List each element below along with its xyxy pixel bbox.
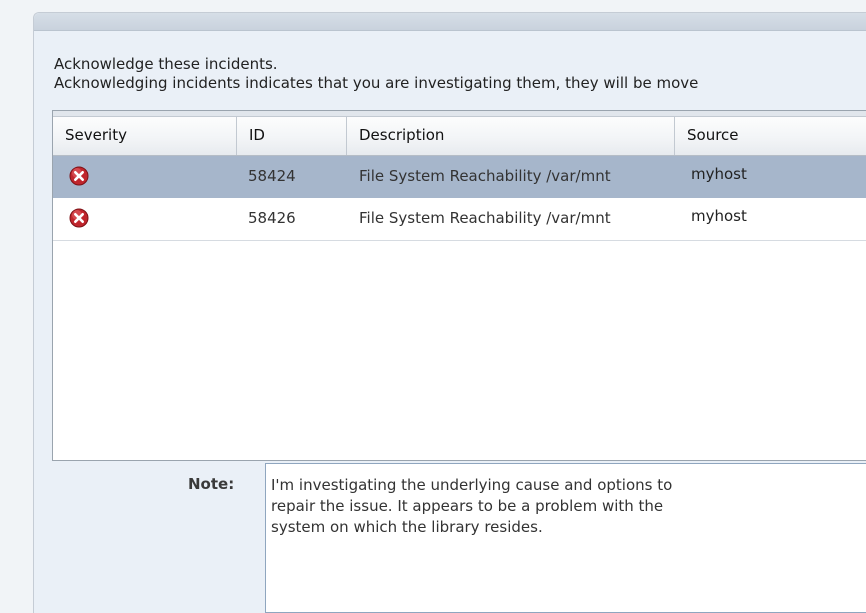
incident-id: 58424 <box>248 167 296 185</box>
incident-source: myhost <box>691 165 747 183</box>
table-header: Severity ID Description Source <box>53 111 866 156</box>
instruction-detail-text: Acknowledging incidents indicates that y… <box>54 74 699 92</box>
incident-description: File System Reachability /var/mnt <box>359 167 611 185</box>
column-header-source[interactable]: Source <box>675 116 866 155</box>
incidents-table: Severity ID Description Source 58424 Fil… <box>52 110 866 461</box>
incident-id: 58426 <box>248 209 296 227</box>
column-header-id[interactable]: ID <box>237 116 347 155</box>
note-label: Note: <box>188 475 235 493</box>
column-header-description[interactable]: Description <box>347 116 675 155</box>
incident-description: File System Reachability /var/mnt <box>359 209 611 227</box>
incident-source: myhost <box>691 207 747 225</box>
dialog-header <box>34 13 866 31</box>
table-row[interactable]: 58426 File System Reachability /var/mnt … <box>53 198 866 241</box>
instruction-text: Acknowledge these incidents. <box>54 55 278 73</box>
note-textarea[interactable]: I'm investigating the underlying cause a… <box>265 463 866 613</box>
acknowledge-dialog: Acknowledge these incidents. Acknowledgi… <box>33 12 866 613</box>
table-row[interactable]: 58424 File System Reachability /var/mnt … <box>53 156 866 198</box>
critical-error-icon <box>69 166 89 186</box>
critical-error-icon <box>69 208 89 228</box>
column-header-severity[interactable]: Severity <box>53 116 237 155</box>
